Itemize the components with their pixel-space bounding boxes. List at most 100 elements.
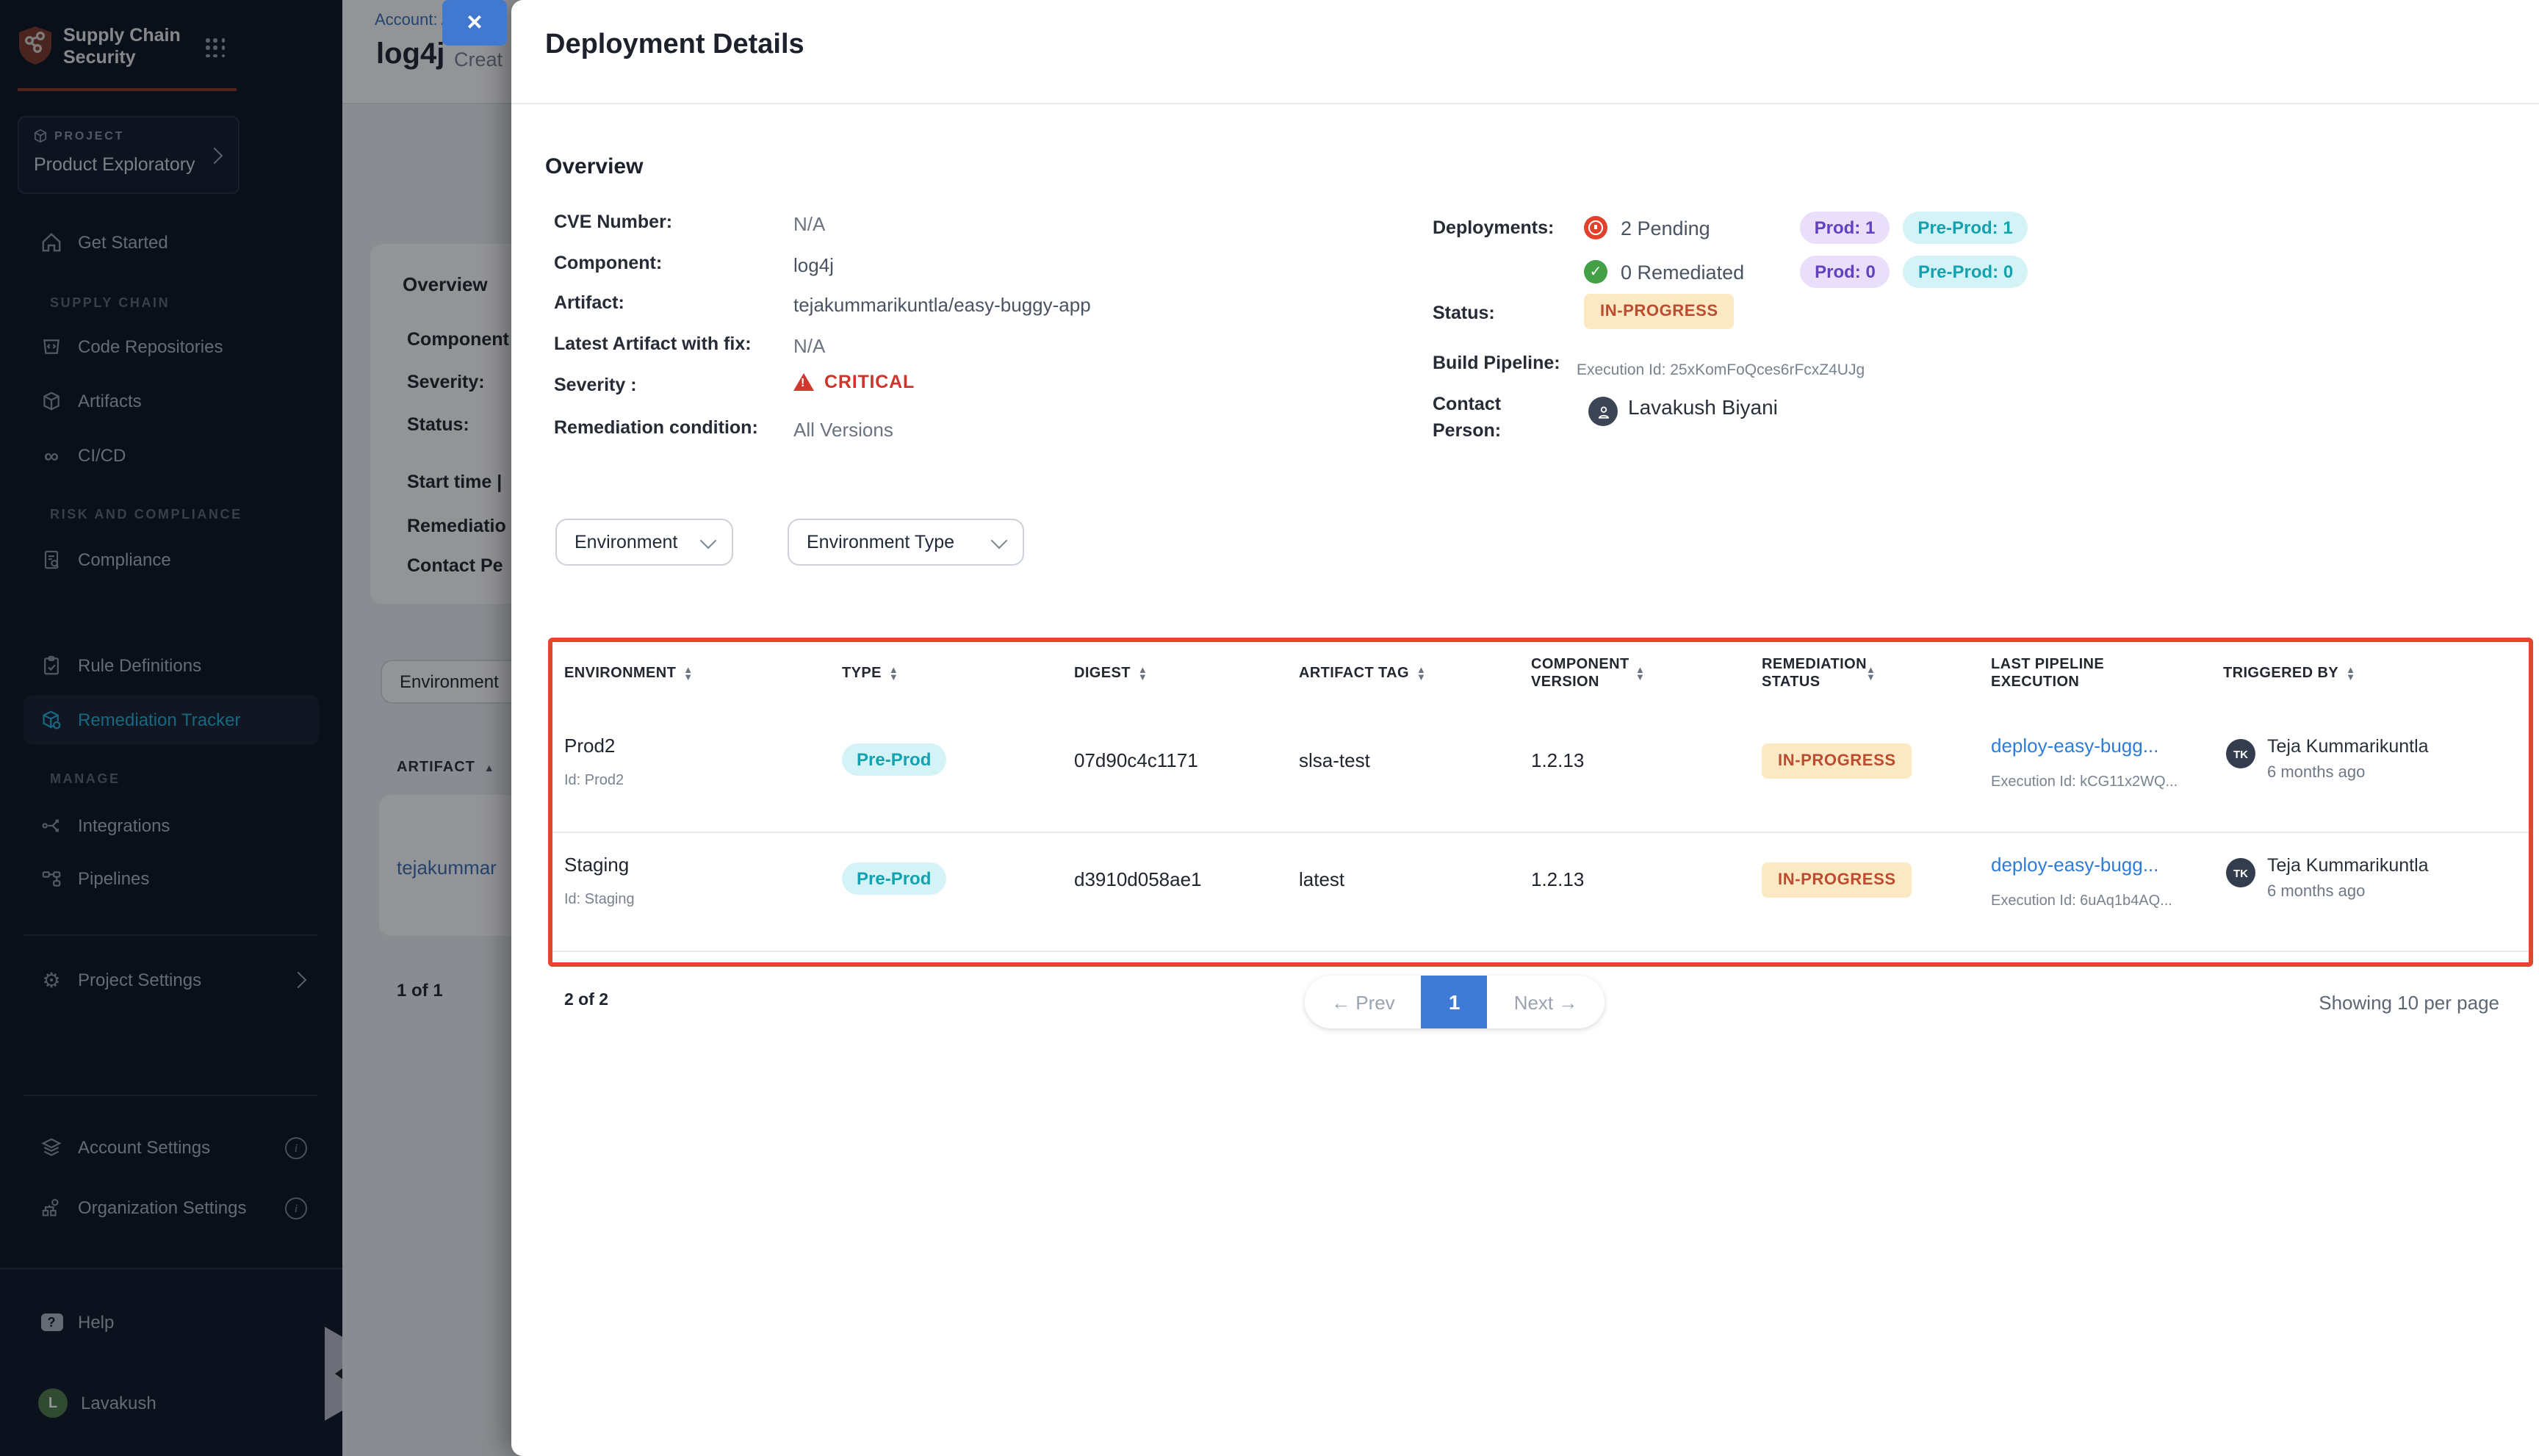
remediated-count: 0 Remediated: [1621, 261, 1744, 283]
preprod-badge: Pre-Prod: 0: [1904, 256, 2028, 288]
field-value: log4j: [793, 254, 834, 276]
prev-button[interactable]: ← Prev: [1305, 991, 1422, 1013]
column-header-component-version[interactable]: COMPONENT VERSION ▲▼: [1531, 655, 1645, 693]
field-label: Severity :: [554, 375, 637, 395]
column-label: LAST PIPELINE EXECUTION: [1991, 657, 2111, 692]
row-divider: [551, 832, 2530, 833]
deployment-details-modal: Deployment Details Overview CVE Number: …: [511, 0, 2539, 1456]
pipeline-link[interactable]: deploy-easy-bugg...: [1991, 854, 2158, 876]
column-header-artifact-tag[interactable]: ARTIFACT TAG ▲▼: [1299, 655, 1426, 693]
triggered-time: 6 months ago: [2267, 764, 2365, 782]
close-icon: ✕: [466, 10, 483, 35]
sort-icon[interactable]: ▲▼: [2346, 667, 2355, 682]
page-1-button[interactable]: 1: [1422, 976, 1488, 1028]
contact-person-label: Contact Person:: [1433, 391, 1524, 444]
component-version: 1.2.13: [1531, 868, 1584, 890]
pagination-count: 2 of 2: [564, 992, 608, 1009]
sort-icon[interactable]: ▲▼: [889, 667, 898, 682]
modal-header-divider: [511, 103, 2539, 104]
environment-id: Id: Staging: [564, 892, 635, 908]
sort-icon[interactable]: ▲▼: [683, 667, 693, 682]
pending-count: 2 Pending: [1621, 217, 1710, 239]
chevron-down-icon: [991, 532, 1008, 549]
type-badge: Pre-Prod: [842, 743, 946, 776]
contact-name: Lavakush Biyani: [1628, 395, 1778, 419]
triggered-by-name: Teja Kummarikuntla: [2267, 736, 2429, 757]
field-value: N/A: [793, 335, 825, 357]
sort-icon[interactable]: ▲▼: [1635, 667, 1645, 682]
row-divider: [551, 951, 2530, 952]
type-badge: Pre-Prod: [842, 862, 946, 895]
preprod-badge: Pre-Prod: 1: [1903, 212, 2027, 244]
column-label: COMPONENT VERSION: [1531, 657, 1628, 692]
sort-icon[interactable]: ▲▼: [1866, 667, 1876, 682]
field-label: Remediation condition:: [554, 417, 758, 438]
warning-triangle-icon: [793, 373, 814, 391]
field-label: CVE Number:: [554, 212, 672, 232]
environment-type-select[interactable]: Environment Type: [788, 519, 1024, 566]
column-label: DIGEST: [1074, 666, 1131, 683]
per-page-label: Showing 10 per page: [2319, 992, 2499, 1014]
artifact-tag: latest: [1299, 868, 1344, 890]
pipeline-execution-id: Execution Id: kCG11x2WQ...: [1991, 774, 2178, 790]
prod-badge: Prod: 0: [1800, 256, 1890, 288]
next-button[interactable]: Next →: [1488, 991, 1605, 1013]
pending-row: 2 Pending Prod: 1 Pre-Prod: 1: [1584, 212, 2028, 244]
sort-icon[interactable]: ▲▼: [1138, 667, 1148, 682]
triggered-by-avatar: TK: [2226, 858, 2255, 887]
contact-avatar: [1588, 397, 1618, 426]
component-version: 1.2.13: [1531, 749, 1584, 771]
column-label: TRIGGERED BY: [2223, 666, 2338, 683]
remediated-row: ✓ 0 Remediated Prod: 0 Pre-Prod: 0: [1584, 256, 2028, 288]
severity-value: CRITICAL: [793, 372, 915, 392]
pager: ← Prev 1 Next →: [1305, 976, 1604, 1028]
column-label: ARTIFACT TAG: [1299, 666, 1409, 683]
column-header-remediation-status[interactable]: REMEDIATION STATUS ▲▼: [1762, 655, 1876, 693]
environment-id: Id: Prod2: [564, 773, 624, 789]
build-pipeline-execution-id: Execution Id: 25xKomFoQces6rFcxZ4UJg: [1577, 361, 1865, 379]
field-value: All Versions: [793, 419, 893, 441]
sort-icon[interactable]: ▲▼: [1416, 667, 1426, 682]
triggered-by-avatar: TK: [2226, 739, 2255, 768]
close-button[interactable]: ✕: [442, 0, 507, 46]
field-value: tejakummarikuntla/easy-buggy-app: [793, 294, 1091, 316]
select-label: Environment: [575, 532, 677, 552]
status-label: Status:: [1433, 303, 1495, 323]
field-label: Artifact:: [554, 292, 624, 313]
column-label: TYPE: [842, 666, 882, 683]
field-label: Latest Artifact with fix:: [554, 334, 752, 354]
triggered-by-name: Teja Kummarikuntla: [2267, 855, 2429, 876]
remediation-status-badge: IN-PROGRESS: [1762, 862, 1912, 898]
column-header-type[interactable]: TYPE ▲▼: [842, 655, 898, 693]
environment-select[interactable]: Environment: [555, 519, 733, 566]
screen: Supply Chain Security PROJECT Product Ex…: [0, 0, 2539, 1456]
column-label: ENVIRONMENT: [564, 666, 676, 683]
field-value: N/A: [793, 213, 825, 235]
severity-text: CRITICAL: [824, 372, 915, 392]
build-pipeline-label: Build Pipeline:: [1433, 353, 1560, 373]
pipeline-link[interactable]: deploy-easy-bugg...: [1991, 735, 2158, 757]
prod-badge: Prod: 1: [1800, 212, 1890, 244]
digest: 07d90c4c1171: [1074, 749, 1198, 771]
environment-name: Staging: [564, 854, 629, 876]
chevron-down-icon: [700, 532, 717, 549]
column-header-triggered-by[interactable]: TRIGGERED BY ▲▼: [2223, 655, 2355, 693]
deployments-label: Deployments:: [1433, 217, 1554, 238]
column-label: REMEDIATION STATUS: [1762, 657, 1859, 692]
pending-icon: [1584, 216, 1607, 239]
check-icon: ✓: [1584, 260, 1607, 284]
overview-heading: Overview: [545, 154, 643, 179]
column-header-digest[interactable]: DIGEST ▲▼: [1074, 655, 1148, 693]
triggered-time: 6 months ago: [2267, 883, 2365, 901]
column-header-environment[interactable]: ENVIRONMENT ▲▼: [564, 655, 693, 693]
artifact-tag: slsa-test: [1299, 749, 1370, 771]
select-label: Environment Type: [807, 532, 954, 552]
environment-name: Prod2: [564, 735, 615, 757]
remediation-status-badge: IN-PROGRESS: [1762, 743, 1912, 779]
pipeline-execution-id: Execution Id: 6uAq1b4AQ...: [1991, 893, 2172, 909]
digest: d3910d058ae1: [1074, 868, 1202, 890]
modal-title: Deployment Details: [545, 29, 804, 62]
column-header-last-pipeline-execution[interactable]: LAST PIPELINE EXECUTION: [1991, 655, 2111, 693]
status-badge: IN-PROGRESS: [1584, 294, 1735, 329]
field-label: Component:: [554, 253, 662, 273]
